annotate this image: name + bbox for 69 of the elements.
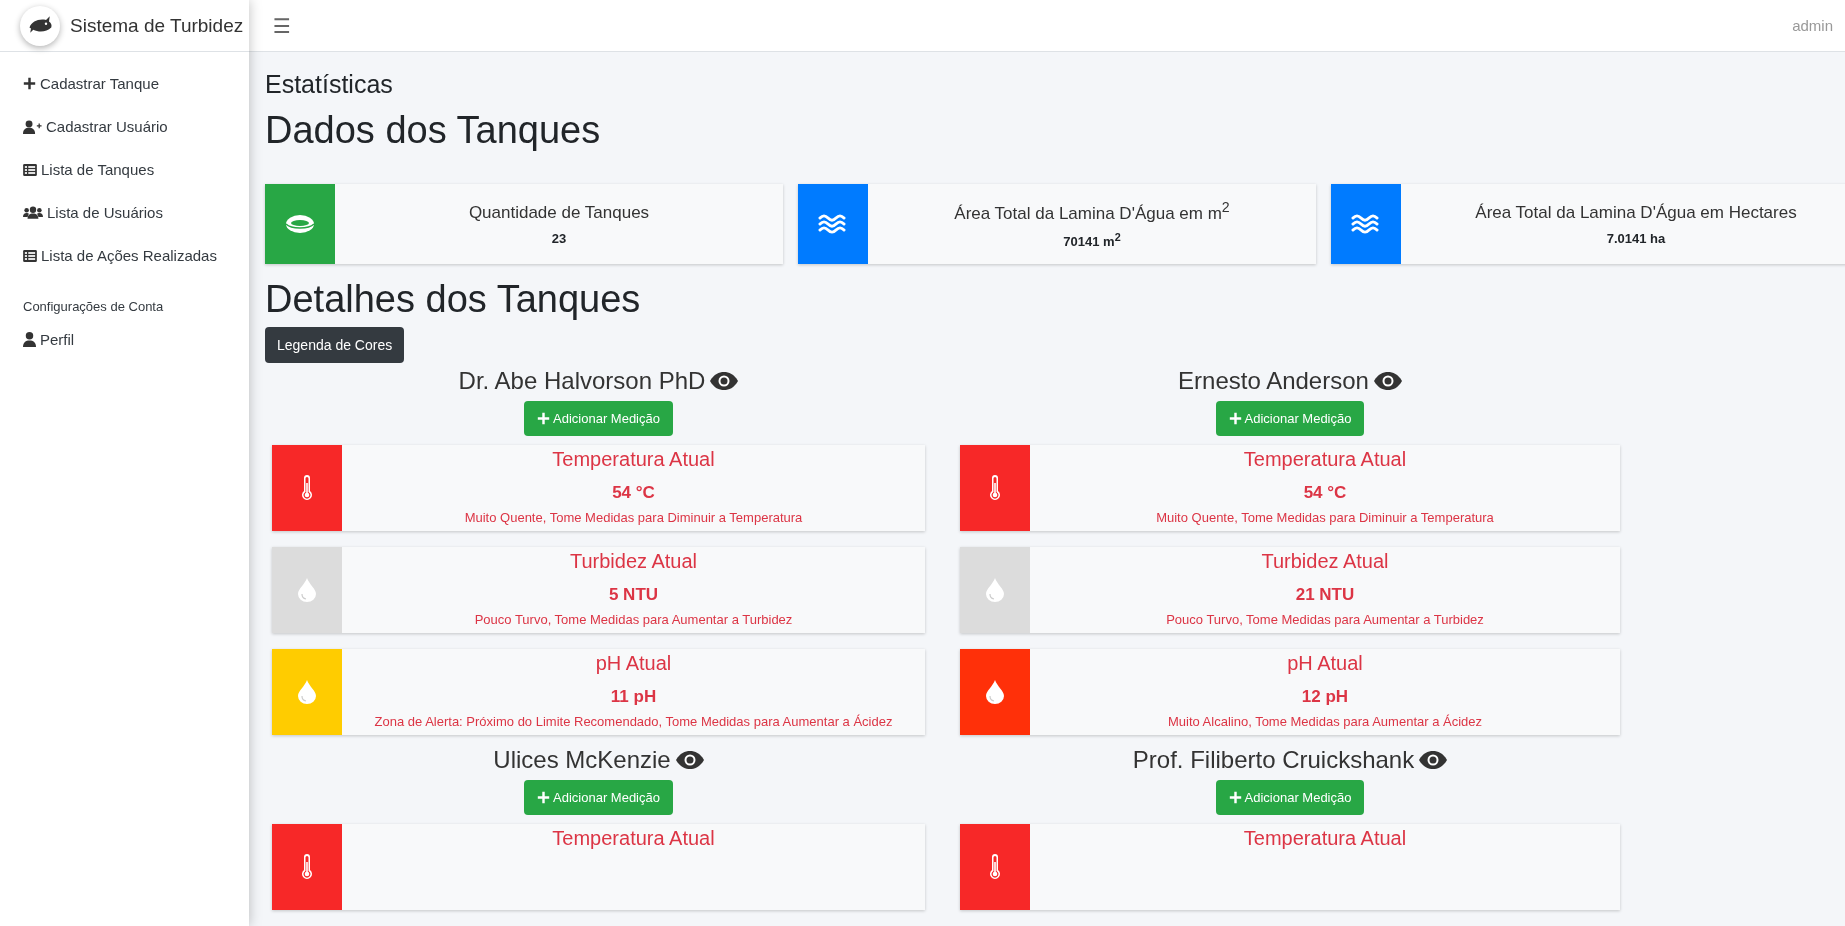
reading-value: 21 NTU [1295,585,1355,605]
reading-message: Muito Alcalino, Tome Medidas para Aumentar a Ácidez [1167,714,1483,729]
list-icon [23,163,37,176]
reading-value: 54 °C [612,483,655,503]
reading-message: Pouco Turvo, Tome Medidas para Aumentar a Turbidez [474,612,793,627]
stat-value: 7.0141 ha [1606,230,1666,246]
plus-icon [537,791,550,804]
water-drop-icon [986,578,1004,602]
water-drop-icon [298,680,316,704]
water-waves-icon [818,213,848,235]
reading-value: 11 pH [610,687,657,707]
eye-icon[interactable] [710,372,739,390]
eye-icon[interactable] [1419,751,1448,769]
tank-name: Dr. Abe Halvorson PhD [458,367,706,395]
user-icon [23,332,36,347]
reading-title: pH Atual [595,652,672,675]
section-heading: Detalhes dos Tanques [265,278,641,321]
reading-value: 5 NTU [608,585,659,605]
tank-name: Ulices McKenzie [493,746,671,774]
reading-title: Temperatura Atual [1243,448,1407,471]
users-icon [23,206,43,219]
plus-icon [537,412,550,425]
reading-message: Muito Quente, Tome Medidas para Diminuir a Temperatura [464,510,803,525]
section-title: Configurações de Conta [23,299,164,314]
reading-title: pH Atual [1287,652,1363,675]
reading-message: Pouco Turvo, Tome Medidas para Aumentar a Turbidez [1166,612,1484,627]
water-waves-icon [1351,213,1381,235]
fish-logo-icon [20,5,60,46]
tank-name: Prof. Filiberto Cruickshank [1132,746,1415,774]
sidebar-item[interactable]: Lista de Usuários [23,191,163,234]
reading-title: Temperatura Atual [1243,827,1407,850]
plus-icon [1228,791,1242,804]
sidebar-item[interactable]: Lista de Ações Realizadas [23,234,217,277]
reading-title: Turbidez Atual [1261,550,1389,573]
plus-icon [1228,412,1242,425]
reading-title: Turbidez Atual [569,550,698,573]
user-plus-icon [23,119,42,134]
reading-title: Temperatura Atual [552,448,715,471]
eye-icon[interactable] [1373,372,1402,390]
thermometer-icon [989,854,1001,880]
sidebar-item[interactable]: Perfil [23,318,75,361]
reading-value: 12 pH [1301,687,1349,707]
app-title[interactable]: Sistema de Turbidez [70,14,244,37]
reading-title: Temperatura Atual [552,827,715,850]
tank-name: Ernesto Anderson [1178,367,1369,395]
stat-value: 70141 m$^{2}$ [1063,231,1121,250]
water-drop-icon [298,578,316,602]
plus-icon [23,77,36,90]
stat-label: Área Total da Lamina D'Água em Hectares [1475,202,1797,223]
reading-value: 54 °C [1303,483,1347,503]
thermometer-icon [301,854,313,880]
sidebar-item[interactable]: Lista de Tanques [23,148,155,191]
thermometer-icon [989,475,1001,501]
reading-message: Muito Quente, Tome Medidas para Diminuir a Temperatura [1156,510,1494,525]
stat-label: Área Total da Lamina D'Água em m$^{2}$ [954,198,1230,224]
stat-value: 23 [551,230,567,246]
stat-label: Quantidade de Tanques [468,202,650,223]
sidebar-item[interactable]: Cadastrar Tanque [23,62,159,105]
legend-button[interactable]: Legenda de Cores [265,327,405,363]
thermometer-icon [301,475,313,501]
page-title: Estatísticas [265,70,393,99]
eye-icon[interactable] [675,751,704,769]
water-drop-icon [986,680,1004,704]
list-icon [23,249,37,262]
reading-message: Zona de Alerta: Próximo do Limite Recomendado, Tome Medidas para Aumentar a Ácidez [374,714,893,729]
sidebar-item[interactable]: Cadastrar Usuário [23,105,168,148]
section-heading: Dados dos Tanques [265,109,601,152]
menu-button[interactable]: ☰ [269,13,295,38]
ring-icon [285,214,315,234]
